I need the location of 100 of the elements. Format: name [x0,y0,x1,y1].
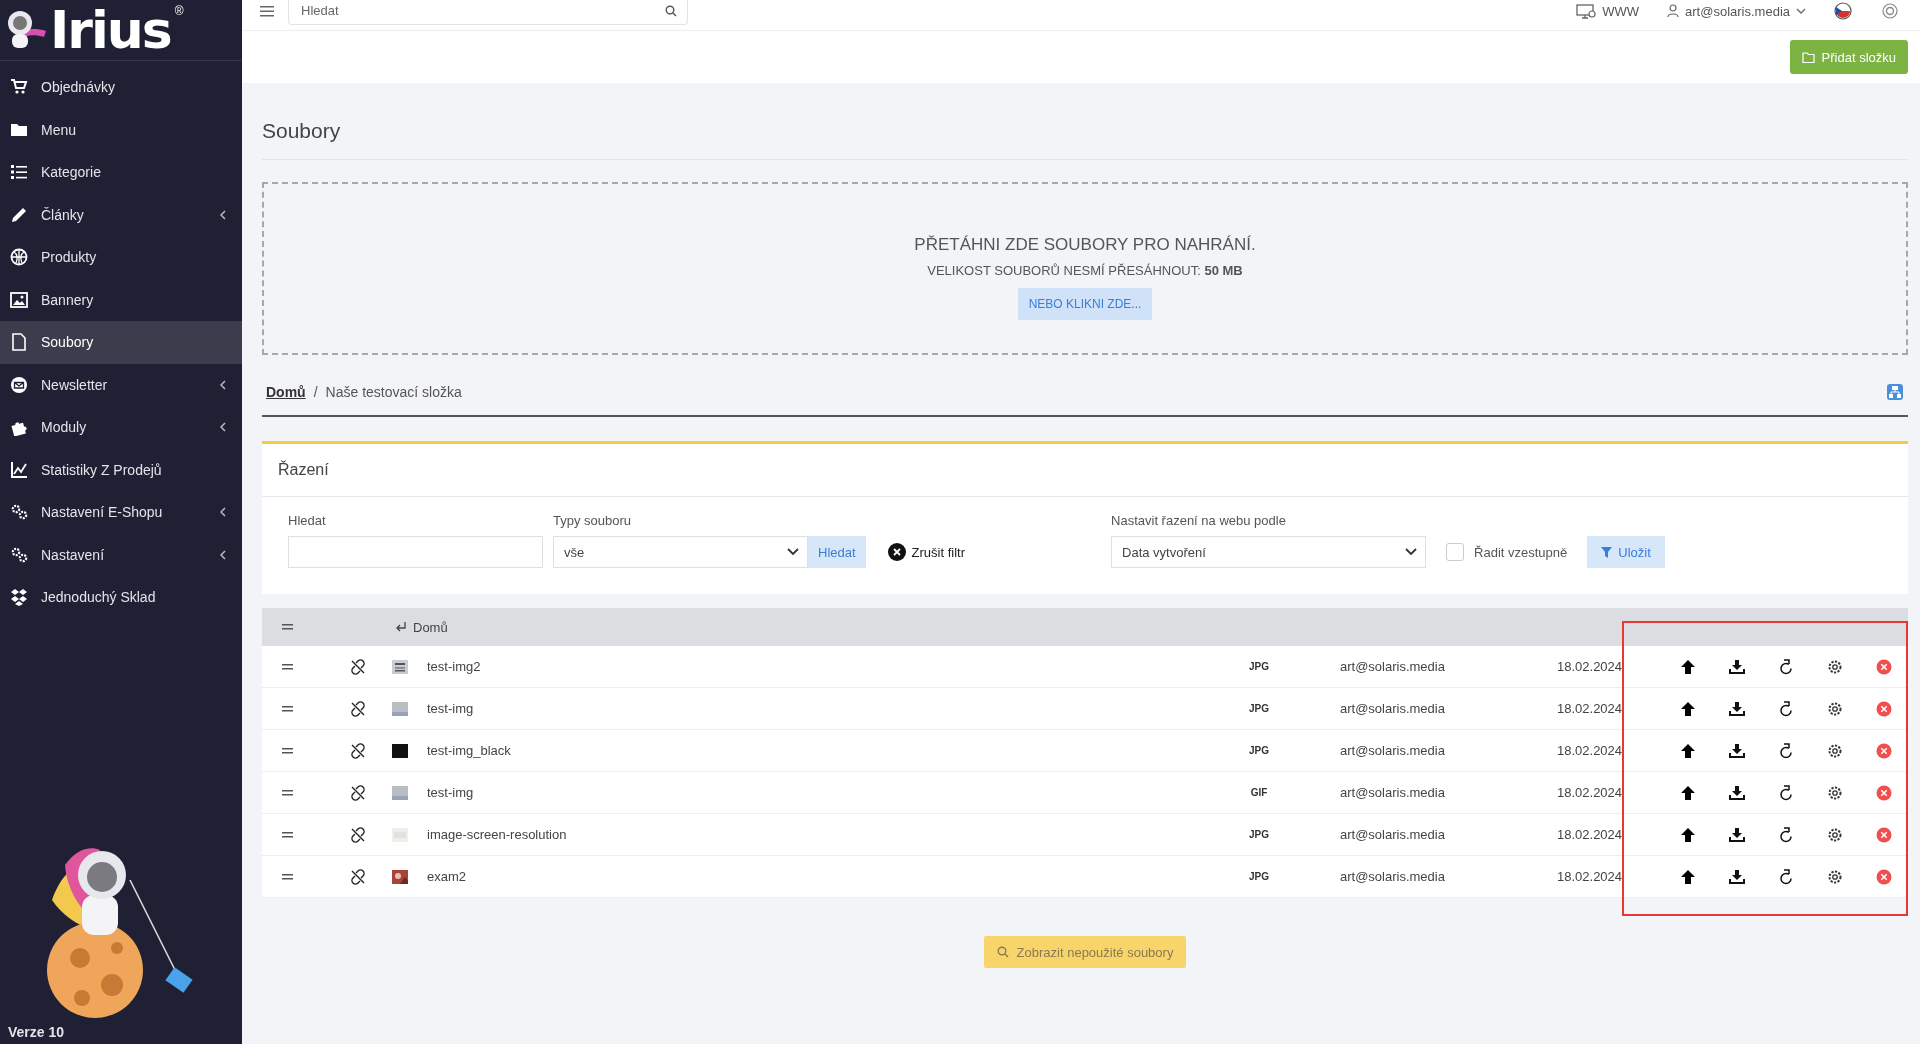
drag-handle-icon[interactable] [281,789,293,796]
unlink-icon[interactable] [350,826,366,843]
registered-mark: ® [174,4,184,18]
checkbox[interactable] [1446,543,1465,561]
delete-icon[interactable] [1875,742,1892,759]
unlink-icon[interactable] [350,658,366,675]
sidebar-item[interactable]: Kategorie [0,151,242,194]
clear-filter-link[interactable]: Zrušit filtr [887,536,966,568]
menu-icon[interactable] [260,5,274,17]
search-input[interactable]: Hledat [299,2,665,19]
delete-icon[interactable] [1875,784,1892,801]
sort-select[interactable]: Data vytvoření [1111,536,1427,568]
dropzone-title: PŘETÁHNI ZDE SOUBORY PRO NAHRÁNÍ. [914,235,1256,255]
gears-icon [10,503,28,522]
sidebar-item[interactable]: Statistiky Z Prodejů [0,448,242,491]
language-icon[interactable] [1834,2,1852,20]
sidebar-item[interactable]: Produkty [0,236,242,279]
arrow-up-icon[interactable] [1679,742,1696,759]
search-icon [996,946,1009,958]
sidebar-item[interactable]: Menu [0,108,242,151]
unlink-icon[interactable] [350,868,366,885]
drag-handle-icon[interactable] [281,873,293,880]
refresh-icon[interactable] [1778,784,1793,801]
parent-folder-link[interactable]: Domů [395,619,448,635]
settings-icon[interactable] [1826,658,1843,675]
search-field[interactable]: Hledat [288,0,688,25]
user-icon [1667,4,1680,18]
field-label: Hledat [288,513,327,528]
delete-icon[interactable] [1875,700,1892,717]
drag-handle-icon[interactable] [281,624,293,630]
file-date: 18.02.2024 [1557,785,1624,800]
close-icon [887,543,906,561]
drag-handle-icon[interactable] [281,747,293,754]
drag-handle-icon[interactable] [281,705,293,712]
sidebar-item[interactable]: Moduly [0,406,242,449]
sidebar-item[interactable]: Články [0,193,242,236]
arrow-up-icon[interactable] [1679,658,1696,675]
settings-icon[interactable] [1826,742,1843,759]
download-icon[interactable] [1728,659,1745,674]
settings-icon[interactable] [1826,784,1843,801]
thumbnail-icon [392,869,408,884]
website-link[interactable]: WWW [1576,3,1640,19]
refresh-icon[interactable] [1778,700,1793,717]
refresh-icon[interactable] [1778,742,1793,759]
refresh-icon[interactable] [1778,658,1793,675]
image-icon [10,290,28,309]
delete-icon[interactable] [1875,658,1892,675]
sitemap-icon[interactable] [1886,383,1904,401]
thumbnail-icon [392,827,408,842]
file-name[interactable]: exam2 [427,869,467,884]
thumbnail-icon [392,785,408,800]
sidebar-item[interactable]: Soubory [0,321,242,364]
unlink-icon[interactable] [350,742,366,759]
refresh-icon[interactable] [1778,868,1793,885]
download-icon[interactable] [1728,743,1745,758]
sidebar-item[interactable]: Nastavení E-Shopu [0,491,242,534]
download-icon[interactable] [1728,869,1745,884]
settings-icon[interactable] [1826,868,1843,885]
settings-icon[interactable] [1826,700,1843,717]
boxes-icon [10,588,28,607]
delete-icon[interactable] [1875,826,1892,843]
filter-icon [1601,546,1613,558]
user-menu[interactable]: art@solaris.media [1667,3,1806,19]
file-name[interactable]: image-screen-resolution [427,827,567,842]
file-name[interactable]: test-img [427,785,474,800]
file-type: JPG [1248,745,1270,756]
file-name[interactable]: test-img_black [427,743,511,758]
arrow-up-icon[interactable] [1679,784,1696,801]
file-type-select[interactable]: vše [553,536,808,568]
unlink-icon[interactable] [350,700,366,717]
file-icon [10,333,28,352]
sidebar-item[interactable]: Jednoduchý Sklad [0,576,242,619]
power-icon[interactable] [1882,3,1898,19]
sidebar-item[interactable]: Newsletter [0,363,242,406]
unlink-icon[interactable] [350,784,366,801]
file-name[interactable]: test-img [427,701,474,716]
search-input[interactable] [288,536,543,568]
breadcrumb-current: Naše testovací složka [325,384,462,400]
settings-icon[interactable] [1826,826,1843,843]
download-icon[interactable] [1728,785,1745,800]
arrow-up-icon[interactable] [1679,826,1696,843]
download-icon[interactable] [1728,701,1745,716]
sidebar-item[interactable]: Nastavení [0,533,242,576]
thumbnail-icon [392,659,408,674]
breadcrumb-link[interactable]: Domů [266,384,306,400]
download-icon[interactable] [1728,827,1745,842]
sidebar-item[interactable]: Objednávky [0,66,242,109]
file-name[interactable]: test-img2 [427,659,481,674]
drag-handle-icon[interactable] [281,831,293,838]
file-type: JPG [1248,661,1270,672]
search-icon[interactable] [665,4,677,17]
return-arrow-icon [395,621,407,633]
breadcrumb-separator: / [313,384,318,400]
arrow-up-icon[interactable] [1679,700,1696,717]
upload-dropzone[interactable]: PŘETÁHNI ZDE SOUBORY PRO NAHRÁNÍ. VELIKOST SOUBORŮ NESMÍ PŘESÁHNOUT: 50 MB NEBO KLIKNI ZDE... [262,182,1908,355]
sidebar-item[interactable]: Bannery [0,278,242,321]
arrow-up-icon[interactable] [1679,868,1696,885]
drag-handle-icon[interactable] [281,663,293,670]
refresh-icon[interactable] [1778,826,1793,843]
delete-icon[interactable] [1875,868,1892,885]
